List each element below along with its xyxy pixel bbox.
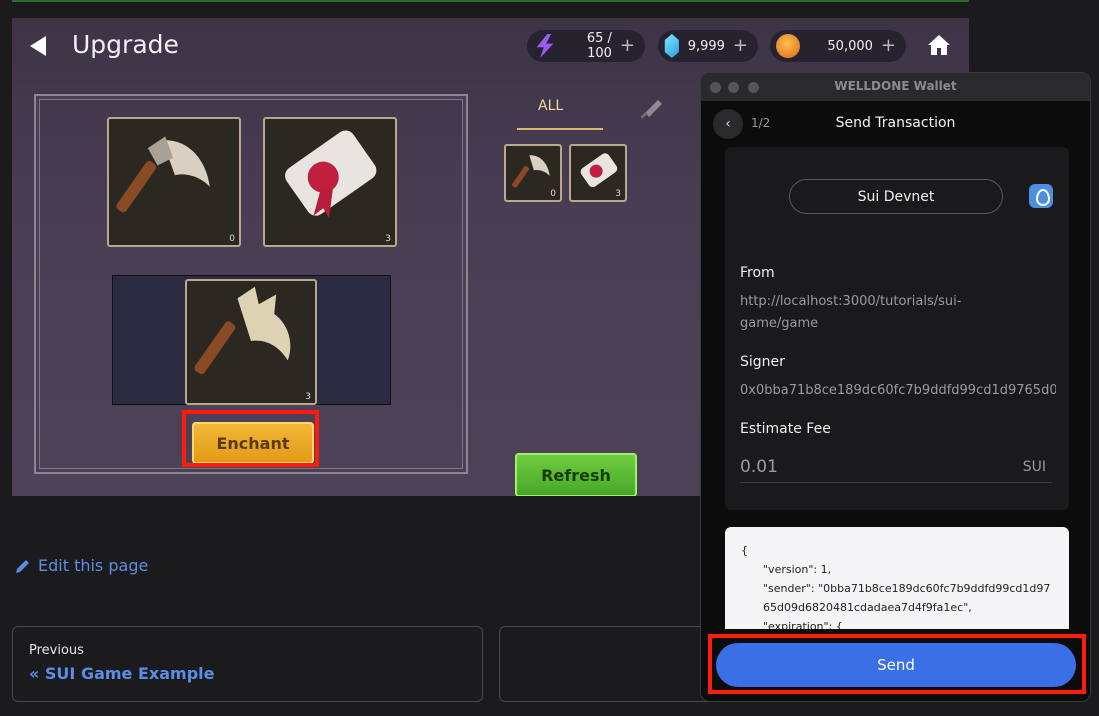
inventory-item-axe[interactable]: 0 (504, 144, 562, 202)
energy-value: 65 / 100 (586, 31, 612, 61)
transaction-details-card: Sui Devnet From http://localhost:3000/tu… (725, 147, 1069, 510)
result-slot-enchanted-axe[interactable]: 3 (185, 279, 317, 405)
enchant-highlight-box (182, 410, 319, 467)
edit-page-label: Edit this page (38, 556, 149, 575)
signer-value: 0x0bba71b8ce189dc60fc7b9ddfd99cd1d9765d0 (740, 383, 1056, 398)
json-line: { (741, 544, 748, 557)
fee-field: 0.01 SUI (740, 455, 1052, 483)
top-accent-line (12, 0, 969, 2)
json-line: "sender": "0bba71b8ce189dc60fc7b9ddfd99c… (763, 582, 1051, 614)
tab-active-underline (517, 128, 603, 130)
craft-slot-scroll[interactable]: 3 (263, 117, 397, 247)
signer-label: Signer (740, 354, 785, 370)
pager-previous-label: Previous (29, 643, 84, 658)
from-value: http://localhost:3000/tutorials/sui-game… (740, 294, 962, 331)
edit-page-link[interactable]: Edit this page (14, 556, 148, 575)
fee-value: 0.01 (740, 457, 778, 477)
add-coins-button[interactable]: + (881, 37, 896, 55)
add-energy-button[interactable]: + (620, 37, 635, 55)
home-icon[interactable] (926, 32, 952, 58)
pager-previous-link[interactable]: « SUI Game Example (29, 664, 466, 683)
item-count: 0 (550, 189, 556, 199)
tab-all[interactable]: ALL (538, 98, 563, 114)
network-selector[interactable]: Sui Devnet (789, 179, 1003, 214)
json-line: "version": 1, (763, 563, 832, 576)
pencil-icon (16, 559, 29, 573)
sui-logo-icon (1029, 184, 1053, 208)
item-count: 0 (229, 234, 235, 244)
lightning-icon (536, 34, 554, 58)
send-highlight-box (708, 634, 1086, 694)
add-gems-button[interactable]: + (733, 37, 748, 55)
enchanted-axe-icon (194, 286, 291, 375)
back-arrow-icon[interactable] (30, 36, 46, 56)
fee-unit: SUI (1022, 459, 1046, 475)
sword-icon[interactable] (638, 98, 664, 124)
from-label: From (740, 265, 775, 281)
pager-previous[interactable]: Previous « SUI Game Example (12, 626, 483, 702)
window-titlebar: WELLDONE Wallet (701, 73, 1090, 101)
coin-counter: 50,000 + (770, 30, 906, 62)
wallet-heading: Send Transaction (835, 115, 956, 131)
fee-label: Estimate Fee (740, 421, 831, 437)
craft-slot-axe[interactable]: 0 (107, 117, 241, 247)
item-count: 3 (615, 189, 621, 199)
inventory-item-scroll[interactable]: 3 (569, 144, 627, 202)
page-title: Upgrade (72, 30, 179, 59)
gem-value: 9,999 (687, 38, 725, 54)
gem-counter: 9,999 + (658, 30, 758, 62)
coin-icon (776, 34, 800, 58)
wallet-window: WELLDONE Wallet ‹ 1/2 Send Transaction S… (700, 72, 1091, 702)
axe-icon (116, 136, 210, 213)
transaction-json: { "version": 1, "sender": "0bba71b8ce189… (725, 527, 1069, 637)
scroll-icon (285, 130, 377, 218)
gem-icon (664, 34, 679, 58)
game-header: Upgrade 65 / 100 + 9,999 + 50,000 + (12, 18, 969, 74)
item-count: 3 (385, 234, 391, 244)
item-count: 3 (305, 392, 311, 402)
window-title: WELLDONE Wallet (834, 79, 957, 93)
refresh-button[interactable]: Refresh (515, 453, 637, 496)
energy-counter: 65 / 100 + (527, 30, 645, 62)
coin-value: 50,000 (827, 38, 873, 54)
